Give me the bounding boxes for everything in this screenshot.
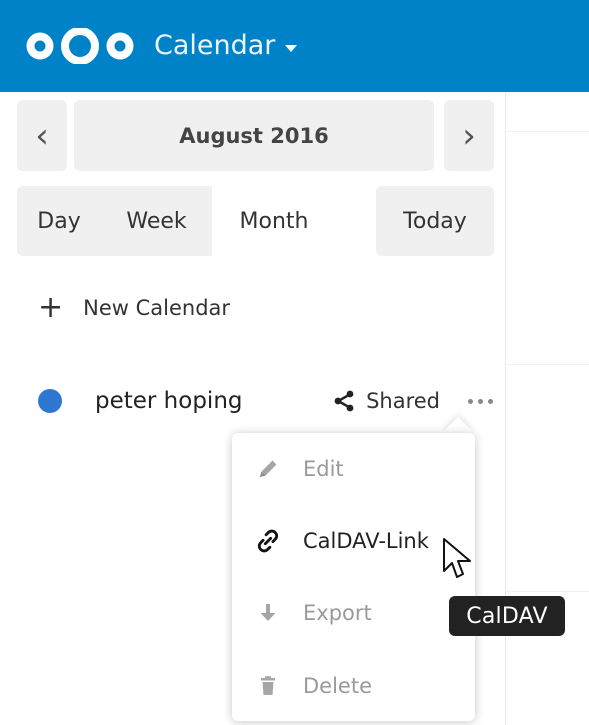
link-icon: [253, 526, 283, 556]
view-week-label: Week: [126, 208, 187, 234]
view-month-label: Month: [239, 208, 309, 234]
calendar-list-item[interactable]: peter hoping Shared: [38, 384, 493, 418]
dot-icon: [478, 398, 483, 404]
chevron-left-icon: ‹: [35, 115, 49, 156]
new-calendar-label: New Calendar: [83, 296, 231, 320]
download-icon: [253, 598, 283, 628]
calendar-color-dot: [38, 389, 62, 413]
tooltip: CalDAV: [449, 596, 565, 636]
app-switcher[interactable]: Calendar: [154, 26, 298, 66]
caret-down-icon: [285, 44, 298, 52]
menu-item-label: Export: [303, 601, 372, 625]
tooltip-text: CalDAV: [466, 603, 548, 629]
view-day-button[interactable]: Day: [17, 186, 101, 256]
dot-icon: [488, 398, 493, 404]
more-options-icon[interactable]: [468, 391, 493, 411]
menu-item-label: Delete: [303, 674, 372, 698]
previous-period-button[interactable]: ‹: [17, 100, 67, 171]
menu-item-label: CalDAV-Link: [303, 529, 429, 553]
menu-item-label: Edit: [303, 457, 344, 481]
content-row-divider: [506, 131, 589, 132]
chevron-right-icon: ›: [462, 115, 476, 156]
current-period-label: August 2016: [179, 123, 329, 148]
nextcloud-logo[interactable]: [26, 27, 134, 65]
next-period-button[interactable]: ›: [444, 100, 494, 171]
view-switcher: Day Week Month: [17, 186, 336, 256]
app-header: Calendar: [0, 0, 589, 92]
pencil-icon: [253, 454, 283, 484]
shared-label: Shared: [366, 389, 440, 413]
current-period-button[interactable]: August 2016: [74, 100, 434, 171]
calendar-name: peter hoping: [95, 388, 243, 414]
view-day-label: Day: [37, 208, 81, 234]
today-label: Today: [403, 208, 467, 234]
view-week-button[interactable]: Week: [101, 186, 212, 256]
menu-item-caldav-link[interactable]: CalDAV-Link: [253, 521, 463, 561]
today-button[interactable]: Today: [376, 186, 494, 256]
plus-icon: +: [38, 290, 64, 325]
trash-icon: [253, 671, 283, 701]
menu-item-delete[interactable]: Delete: [253, 666, 463, 706]
menu-item-edit[interactable]: Edit: [253, 449, 463, 489]
content-row-divider: [506, 364, 589, 365]
share-icon: [332, 389, 356, 413]
app-title: Calendar: [154, 30, 276, 61]
shared-button[interactable]: Shared: [332, 389, 440, 413]
view-month-button[interactable]: Month: [212, 186, 336, 256]
content-row-divider: [506, 591, 589, 592]
dot-icon: [468, 398, 473, 404]
new-calendar-button[interactable]: + New Calendar: [38, 293, 230, 323]
menu-item-export[interactable]: Export: [253, 593, 463, 633]
